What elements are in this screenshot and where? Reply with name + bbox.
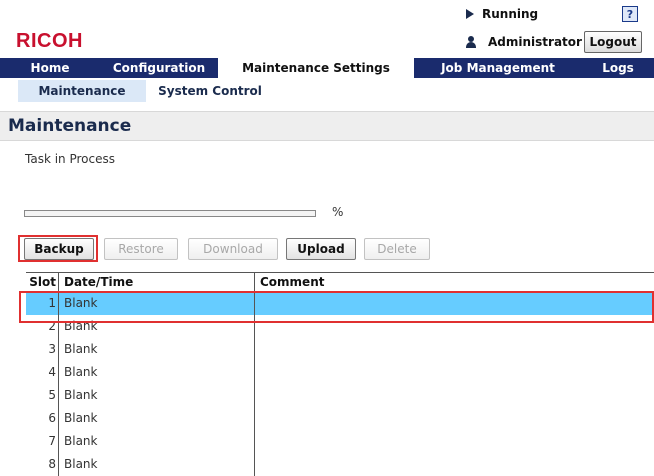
date-time-cell: Blank (64, 457, 98, 471)
upload-button[interactable]: Upload (286, 238, 356, 260)
slot-cell: 3 (48, 342, 56, 356)
date-time-cell: Blank (64, 342, 98, 356)
user-icon (466, 36, 476, 48)
ricoh-logo: RICOH (16, 30, 83, 52)
status-indicator: Running (466, 7, 538, 21)
progress-bar (24, 210, 316, 217)
tab-configuration[interactable]: Configuration (100, 58, 218, 78)
logout-button[interactable]: Logout (584, 31, 642, 53)
slot-cell: 7 (48, 434, 56, 448)
table-row[interactable]: 4 Blank (26, 361, 654, 384)
status-text: Running (482, 7, 539, 21)
subtab-maintenance[interactable]: Maintenance (18, 80, 146, 102)
header: RICOH Running ? Administrator Logout (0, 0, 654, 58)
date-time-cell: Blank (64, 411, 98, 425)
date-time-cell: Blank (64, 434, 98, 448)
table-row[interactable]: 6 Blank (26, 407, 654, 430)
column-comment: Comment (260, 275, 325, 289)
user-name: Administrator (488, 35, 582, 49)
progress-percent: % (332, 205, 344, 219)
sub-nav: Maintenance System Control (0, 80, 654, 102)
table-row[interactable]: 7 Blank (26, 430, 654, 453)
slot-cell: 4 (48, 365, 56, 379)
download-button[interactable]: Download (188, 238, 278, 260)
restore-button[interactable]: Restore (104, 238, 178, 260)
task-status-text: Task in Process (25, 152, 115, 166)
slot-cell: 5 (48, 388, 56, 402)
column-date-time: Date/Time (64, 275, 134, 289)
highlight-box (18, 235, 98, 262)
tab-home[interactable]: Home (0, 58, 100, 78)
tab-maintenance-settings[interactable]: Maintenance Settings (218, 58, 414, 78)
table-header: Slot Date/Time Comment (26, 272, 654, 292)
current-user: Administrator (466, 35, 582, 49)
tab-logs[interactable]: Logs (582, 58, 654, 78)
highlight-box (19, 291, 654, 323)
page-title-bar: Maintenance (0, 111, 654, 141)
page-title: Maintenance (8, 116, 132, 136)
help-icon[interactable]: ? (622, 6, 638, 22)
delete-button[interactable]: Delete (364, 238, 430, 260)
tab-job-management[interactable]: Job Management (414, 58, 582, 78)
column-slot: Slot (29, 275, 56, 289)
slot-cell: 8 (48, 457, 56, 471)
table-row[interactable]: 5 Blank (26, 384, 654, 407)
table-row[interactable]: 8 Blank (26, 453, 654, 476)
table-row[interactable]: 3 Blank (26, 338, 654, 361)
play-icon (466, 9, 474, 19)
date-time-cell: Blank (64, 365, 98, 379)
slot-cell: 6 (48, 411, 56, 425)
main-nav: Home Configuration Maintenance Settings … (0, 58, 654, 78)
date-time-cell: Blank (64, 388, 98, 402)
subtab-system-control[interactable]: System Control (146, 80, 274, 102)
